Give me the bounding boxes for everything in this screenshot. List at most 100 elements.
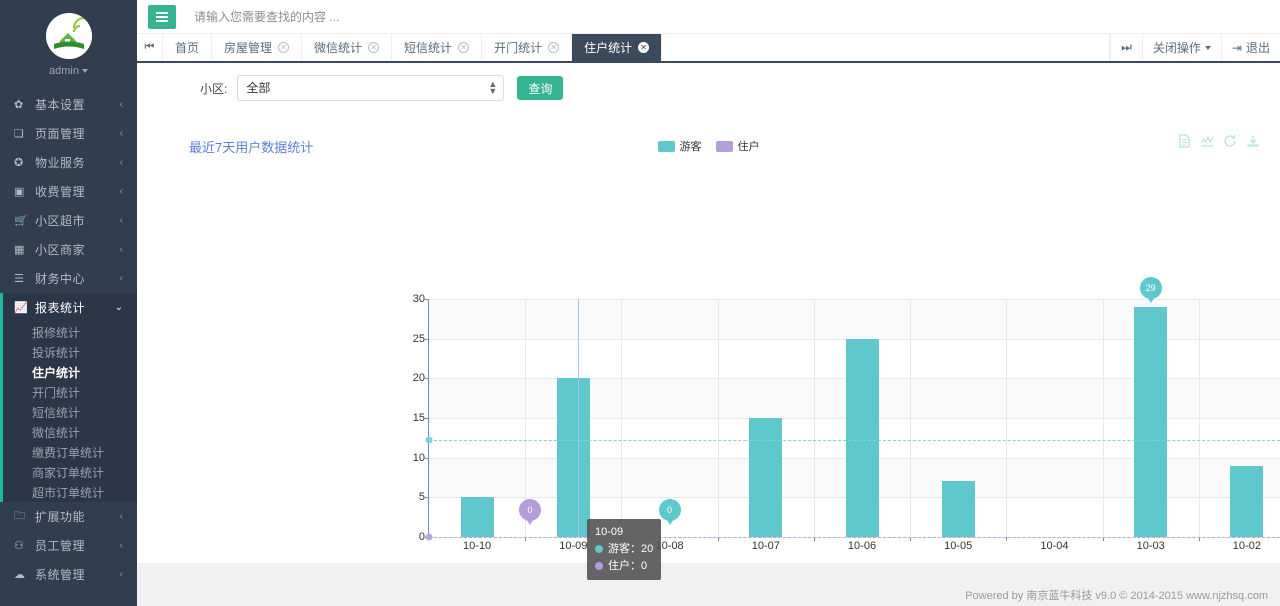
close-icon[interactable]: ✕ — [638, 42, 649, 53]
y-tick-label: 5 — [403, 491, 425, 503]
legend-entry-1[interactable]: 住户 — [716, 138, 760, 154]
sidebar-item-after-0[interactable]: 🗀扩展功能‹ — [0, 502, 137, 531]
y-tick-label: 10 — [403, 452, 425, 464]
x-tick-label: 10-08 — [655, 540, 683, 552]
sidebar-item-after-2[interactable]: ☁系统管理‹ — [0, 560, 137, 589]
tab-right-controls: ⏭ 关闭操作 ⇥ 退出 — [1110, 34, 1280, 61]
sidebar-submenu: 报修统计投诉统计住户统计开门统计短信统计微信统计缴费订单统计商家订单统计超市订单… — [0, 322, 137, 502]
switch-line-bar-icon[interactable] — [1200, 134, 1214, 148]
sidebar-item-label: 财务中心 — [35, 270, 120, 287]
tab-label: 房屋管理 — [224, 39, 272, 56]
tab-2[interactable]: 微信统计✕ — [302, 34, 392, 61]
community-select[interactable]: 全部 — [237, 75, 504, 101]
sidebar-subitem-7[interactable]: 商家订单统计 — [0, 462, 137, 482]
bar-10-10[interactable] — [461, 497, 494, 537]
query-button[interactable]: 查询 — [517, 76, 563, 100]
y-tick-mark — [425, 458, 429, 459]
sidebar-item-label: 页面管理 — [35, 125, 120, 142]
sidebar-item-4[interactable]: 🛒小区超市‹ — [0, 206, 137, 235]
tooltip-dot — [595, 545, 603, 553]
sidebar-subitem-3[interactable]: 开门统计 — [0, 382, 137, 402]
menu-toggle-button[interactable] — [148, 5, 176, 29]
data-view-icon[interactable] — [1177, 134, 1191, 148]
grid-line-v — [1103, 299, 1104, 537]
sidebar-item-2[interactable]: ✪物业服务‹ — [0, 148, 137, 177]
y-tick-label: 25 — [403, 333, 425, 345]
sidebar-item-6[interactable]: ☰财务中心‹ — [0, 264, 137, 293]
close-icon[interactable]: ✕ — [548, 42, 559, 53]
bar-10-03[interactable] — [1134, 307, 1167, 537]
sidebar-item-7[interactable]: 📈报表统计⌄ — [0, 293, 137, 322]
hamburger-icon — [156, 10, 168, 24]
legend-entry-0[interactable]: 游客 — [658, 138, 702, 154]
chart-panel: 最近7天用户数据统计 游客住户 0510152025 — [137, 130, 1280, 450]
close-operations-dropdown[interactable]: 关闭操作 — [1142, 34, 1221, 61]
tab-spacer — [662, 34, 1110, 61]
tab-3[interactable]: 短信统计✕ — [392, 34, 482, 61]
close-icon[interactable]: ✕ — [458, 42, 469, 53]
markpoint-tip — [1146, 295, 1156, 303]
bar-10-06[interactable] — [846, 339, 879, 537]
x-tick-label: 10-05 — [944, 540, 972, 552]
sidebar-subitem-6[interactable]: 缴费订单统计 — [0, 442, 137, 462]
chevron-down-icon — [1205, 46, 1211, 50]
top-bar — [137, 0, 1280, 34]
sidebar-item-0[interactable]: ✿基本设置‹ — [0, 90, 137, 119]
tab-0[interactable]: 首页 — [163, 34, 212, 61]
legend-swatch — [658, 141, 675, 152]
close-icon[interactable]: ✕ — [368, 42, 379, 53]
save-image-icon[interactable] — [1246, 134, 1260, 148]
chevron-icon: ‹ — [120, 157, 123, 168]
legend-label: 住户 — [738, 138, 760, 154]
chart-toolbox — [1177, 134, 1260, 148]
x-tick-label: 10-03 — [1137, 540, 1165, 552]
sidebar-item-label: 员工管理 — [35, 537, 120, 554]
tabs-scroll-left-button[interactable]: ⏮ — [137, 34, 163, 61]
tab-4[interactable]: 开门统计 ✕ — [482, 34, 572, 61]
legend-label: 游客 — [680, 138, 702, 154]
close-icon[interactable]: ✕ — [278, 42, 289, 53]
sidebar-item-1[interactable]: ❏页面管理‹ — [0, 119, 137, 148]
sidebar-item-3[interactable]: ▣收费管理‹ — [0, 177, 137, 206]
markline-start-dot — [426, 534, 433, 541]
sidebar-subitem-5[interactable]: 微信统计 — [0, 422, 137, 442]
sidebar-item-label: 小区商家 — [35, 241, 120, 258]
tabs-scroll-right-button[interactable]: ⏭ — [1110, 34, 1142, 61]
markpoint-max-住户: 0 — [519, 499, 541, 525]
sidebar-item-5[interactable]: ▦小区商家‹ — [0, 235, 137, 264]
chevron-icon: ‹ — [120, 273, 123, 284]
sidebar-subitem-4[interactable]: 短信统计 — [0, 402, 137, 422]
tab-1[interactable]: 房屋管理 ✕ — [212, 34, 302, 61]
bar-10-09[interactable] — [557, 378, 590, 537]
chevron-icon: ‹ — [120, 244, 123, 255]
chevron-icon: ‹ — [120, 540, 123, 551]
sidebar-item-label: 系统管理 — [35, 566, 120, 583]
chevron-icon: ‹ — [120, 128, 123, 139]
sidebar-subitem-8[interactable]: 超市订单统计 — [0, 482, 137, 502]
tab-label: 开门统计 — [494, 39, 542, 56]
money-icon: ▣ — [14, 185, 30, 198]
bar-10-05[interactable] — [942, 481, 975, 537]
restore-icon[interactable] — [1223, 134, 1237, 148]
logout-button[interactable]: ⇥ 退出 — [1221, 34, 1280, 61]
bar-10-07[interactable] — [749, 418, 782, 537]
tab-5[interactable]: 住户统计✕ — [572, 34, 662, 61]
sidebar-item-after-1[interactable]: ⚇员工管理‹ — [0, 531, 137, 560]
avatar[interactable] — [46, 13, 92, 59]
markpoint-tip — [525, 517, 535, 525]
tooltip-row-text: 游客：20 — [608, 543, 653, 555]
sidebar-subitem-2[interactable]: 住户统计 — [0, 362, 137, 382]
x-tick-label: 10-10 — [463, 540, 491, 552]
folder-icon: 🗀 — [14, 507, 30, 526]
chevron-down-icon — [82, 69, 88, 73]
markline-average-resident — [429, 537, 1280, 538]
sidebar-subitem-1[interactable]: 投诉统计 — [0, 342, 137, 362]
search-input[interactable] — [194, 10, 594, 24]
sidebar-subitem-0[interactable]: 报修统计 — [0, 322, 137, 342]
bar-10-02[interactable] — [1230, 466, 1263, 537]
sidebar-item-label: 小区超市 — [35, 212, 120, 229]
admin-name[interactable]: admin — [49, 65, 88, 77]
grid-line-v — [910, 299, 911, 537]
x-tick-label: 10-02 — [1233, 540, 1261, 552]
chevron-icon: ‹ — [120, 186, 123, 197]
